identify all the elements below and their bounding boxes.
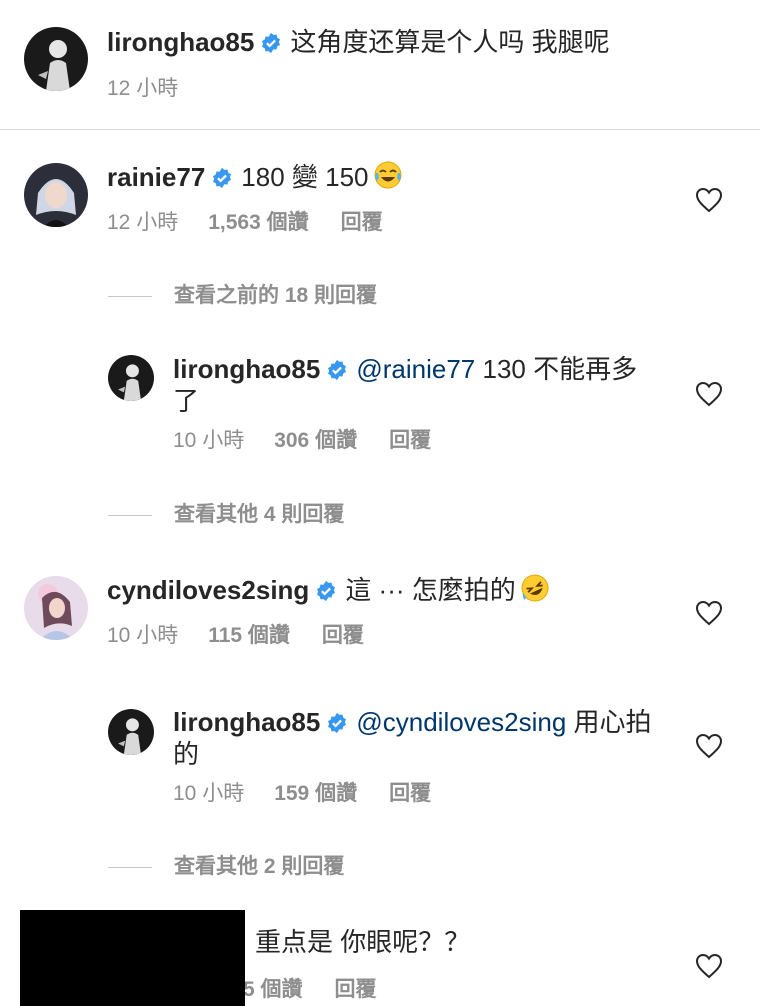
view-replies-label: 查看其他 4 則回覆 (174, 503, 345, 526)
likes-count[interactable]: 159 個讚 (274, 782, 357, 805)
comment-text: 這 ··· 怎麼拍的 (345, 575, 516, 605)
likes-count[interactable]: 115 個讚 (208, 624, 290, 647)
comment-meta: 12 小時 1,563 個讚 回覆 (107, 210, 383, 236)
divider-dash (108, 866, 152, 868)
comment-text: 180 變 150 (241, 162, 369, 192)
avatar-lironghao85[interactable] (108, 355, 154, 401)
avatar-lironghao85[interactable] (24, 27, 88, 91)
verified-badge-icon (213, 167, 232, 189)
like-heart-icon[interactable] (695, 187, 723, 213)
comment-text-line: rainie77 180 變 150 (107, 160, 403, 193)
like-heart-icon[interactable] (695, 733, 723, 759)
username[interactable]: lironghao85 (107, 27, 254, 57)
username[interactable]: cyndiloves2sing (107, 575, 309, 605)
divider (0, 129, 760, 130)
reply-button[interactable]: 回覆 (389, 782, 431, 805)
caption-text: 这角度还算是个人吗 我腿呢 (290, 27, 610, 57)
timestamp[interactable]: 10 小時 (173, 429, 244, 452)
username[interactable]: rainie77 (107, 162, 205, 192)
redaction-block (20, 910, 245, 1006)
like-heart-icon[interactable] (695, 381, 723, 407)
laughing-tears-emoji-icon (374, 161, 402, 189)
like-heart-icon[interactable] (695, 953, 723, 979)
timestamp[interactable]: 12 小時 (107, 211, 178, 234)
verified-badge-icon (328, 359, 347, 381)
avatar-lironghao85[interactable] (108, 709, 154, 755)
timestamp[interactable]: 12 小時 (107, 77, 178, 100)
view-replies-label: 查看之前的 18 則回覆 (174, 284, 378, 307)
view-replies-button[interactable]: 查看之前的 18 則回覆 (108, 283, 377, 309)
view-replies-label: 查看其他 2 則回覆 (174, 855, 345, 878)
verified-badge-icon (317, 580, 336, 602)
comment-meta: 5 個讚 回覆 (243, 977, 377, 1003)
reply-meta: 10 小時 159 個讚 回覆 (173, 781, 431, 807)
verified-badge-icon (262, 32, 281, 54)
username[interactable]: lironghao85 (173, 354, 320, 384)
mention-link[interactable]: @cyndiloves2sing (356, 707, 566, 737)
reply-button[interactable]: 回覆 (341, 211, 383, 234)
reply-text-line: lironghao85 @rainie77 130 不能再多了 (173, 353, 663, 417)
likes-count[interactable]: 1,563 個讚 (208, 211, 308, 234)
reply-button[interactable]: 回覆 (389, 429, 431, 452)
divider-dash (108, 514, 152, 516)
like-heart-icon[interactable] (695, 600, 723, 626)
timestamp[interactable]: 10 小時 (173, 782, 244, 805)
comment-text-line: 重点是 你眼呢？？ (255, 926, 470, 958)
caption-meta: 12 小時 (107, 76, 178, 102)
verified-badge-icon (328, 712, 347, 734)
likes-count[interactable]: 306 個讚 (274, 429, 357, 452)
reply-meta: 10 小時 306 個讚 回覆 (173, 428, 431, 454)
avatar-rainie77[interactable] (24, 163, 88, 227)
reply-button[interactable]: 回覆 (335, 978, 377, 1001)
reply-text-line: lironghao85 @cyndiloves2sing 用心拍的 (173, 706, 663, 770)
rolling-laughing-emoji-icon (521, 574, 549, 602)
view-replies-button[interactable]: 查看其他 2 則回覆 (108, 854, 344, 880)
divider-dash (108, 295, 152, 297)
mention-link[interactable]: @rainie77 (356, 354, 475, 384)
view-replies-button[interactable]: 查看其他 4 則回覆 (108, 502, 344, 528)
timestamp[interactable]: 10 小時 (107, 624, 178, 647)
avatar-cyndiloves2sing[interactable] (24, 576, 88, 640)
comment-text: 重点是 你眼呢？？ (255, 927, 471, 957)
reply-button[interactable]: 回覆 (322, 624, 364, 647)
comment-text-line: cyndiloves2sing 這 ··· 怎麼拍的 (107, 573, 550, 606)
caption-text-line: lironghao85 这角度还算是个人吗 我腿呢 (107, 26, 610, 58)
comment-meta: 10 小時 115 個讚 回覆 (107, 623, 364, 649)
likes-count[interactable]: 5 個讚 (243, 978, 303, 1001)
username[interactable]: lironghao85 (173, 707, 320, 737)
